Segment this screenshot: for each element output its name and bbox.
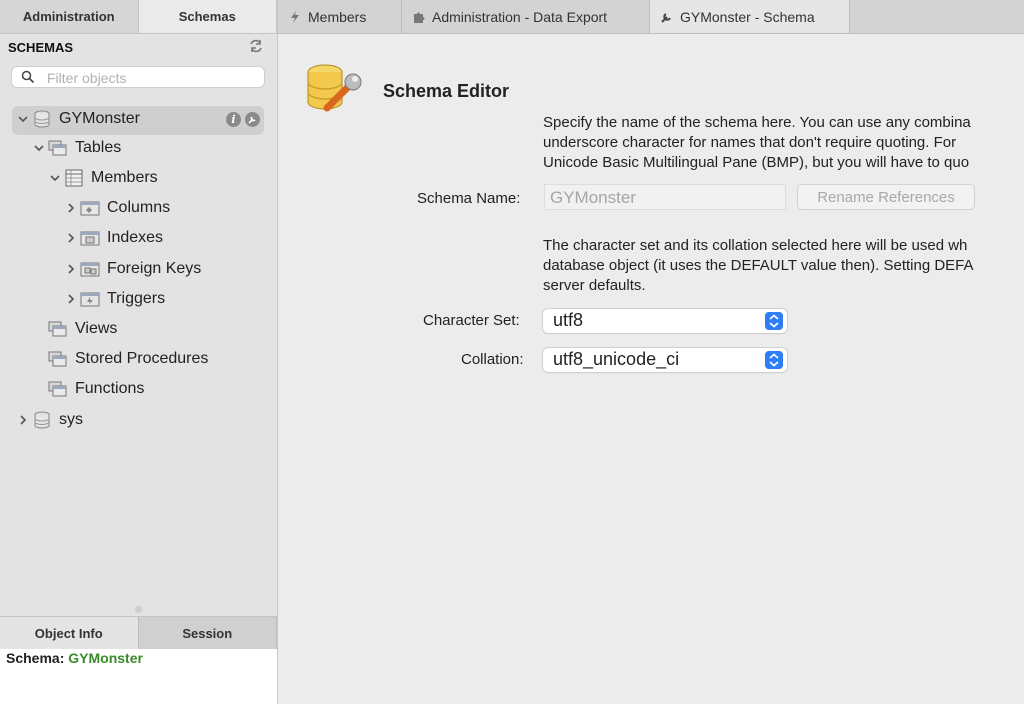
chevron-down-icon[interactable] [48, 171, 62, 185]
schema-name-field[interactable]: GYMonster [544, 184, 786, 210]
database-icon [34, 110, 50, 128]
collation-label: Collation: [461, 351, 524, 368]
tree-item-label: Foreign Keys [107, 260, 202, 277]
description-line: database object (it uses the DEFAULT val… [543, 257, 974, 274]
description-line: underscore character for names that don'… [543, 134, 957, 151]
tree-item-columns[interactable]: Columns [64, 195, 170, 221]
charset-select[interactable]: utf8 [543, 309, 787, 333]
object-info-panel: Schema: GYMonster [0, 649, 277, 704]
info-icon[interactable]: i [226, 112, 241, 127]
folder-icon [80, 292, 100, 307]
chevron-right-icon[interactable] [16, 413, 30, 427]
tab-members[interactable]: Members [278, 0, 402, 33]
bottom-tabs: Object Info Session [0, 616, 277, 650]
tree-item-label: Indexes [107, 229, 164, 246]
info-value: GYMonster [68, 650, 143, 666]
tree-item-functions[interactable]: Functions [48, 376, 144, 402]
tree-item-tables[interactable]: Tables [32, 135, 121, 161]
wrench-icon[interactable] [245, 112, 260, 127]
tab-gymonster-schema[interactable]: GYMonster - Schema [650, 0, 850, 33]
editor-title: Schema Editor [383, 81, 510, 101]
tree-item-sys[interactable]: sys [16, 407, 83, 433]
schema-editor-icon [307, 64, 362, 112]
schemas-title: SCHEMAS [8, 40, 74, 55]
tree-item-label: Members [91, 169, 158, 186]
chevron-right-icon[interactable] [64, 262, 78, 276]
tab-data-export[interactable]: Administration - Data Export [402, 0, 650, 33]
sidebar-tabs: Administration Schemas [0, 0, 277, 34]
tree-item-label: Views [75, 320, 118, 337]
tab-schemas[interactable]: Schemas [138, 0, 277, 33]
description-line: server defaults. [543, 277, 646, 294]
select-stepper-icon [765, 351, 783, 369]
schemas-header: SCHEMAS [8, 38, 266, 58]
tree-item-indexes[interactable]: Indexes [64, 225, 163, 251]
info-line: Schema: GYMonster [6, 650, 143, 666]
charset-description: The character set and its collation sele… [543, 236, 974, 296]
tab-session[interactable]: Session [139, 617, 277, 649]
schema-name-label: Schema Name: [417, 190, 521, 207]
chevron-right-icon[interactable] [64, 201, 78, 215]
description-line: The character set and its collation sele… [543, 237, 968, 254]
tab-object-info[interactable]: Object Info [0, 617, 139, 649]
folder-icon [80, 262, 100, 277]
tree-item-triggers[interactable]: Triggers [64, 286, 165, 312]
description-line: Specify the name of the schema here. You… [543, 114, 971, 131]
tree-item-label: GYMonster [59, 110, 140, 127]
tree-item-foreign-keys[interactable]: Foreign Keys [64, 256, 201, 282]
splitter-handle[interactable] [135, 606, 142, 613]
sidebar: Administration Schemas SCHEMAS i [0, 0, 278, 704]
tab-label: Members [308, 8, 367, 25]
folder-icon [80, 231, 100, 246]
tab-administration[interactable]: Administration [0, 0, 139, 33]
chevron-right-icon[interactable] [64, 231, 78, 245]
select-stepper-icon [765, 312, 783, 330]
folder-icon [48, 140, 67, 156]
tree-item-gymonster[interactable]: GYMonster [16, 106, 140, 132]
schema-name-description: Specify the name of the schema here. You… [543, 113, 971, 173]
description-line: Unicode Basic Multilingual Pane (BMP), b… [543, 154, 970, 171]
lightning-icon [291, 10, 299, 23]
collation-select[interactable]: utf8_unicode_ci [543, 348, 787, 372]
schema-editor-panel: Schema Editor Specify the name of the sc… [278, 34, 1024, 704]
tree-item-label: Triggers [107, 290, 166, 307]
table-icon [65, 169, 83, 187]
tree-item-label: Columns [107, 199, 171, 216]
collation-value: utf8_unicode_ci [553, 349, 680, 369]
tab-label: Administration - Data Export [432, 8, 608, 25]
info-label: Schema: [6, 650, 65, 666]
chevron-down-icon[interactable] [16, 112, 30, 126]
filter-input[interactable] [45, 68, 259, 88]
tree-item-label: sys [59, 411, 83, 428]
tree-item-label: Tables [75, 139, 122, 156]
puzzle-icon [414, 12, 425, 23]
tree-item-members[interactable]: Members [48, 165, 158, 191]
folder-icon [48, 381, 67, 397]
folder-icon [48, 351, 67, 367]
tree-item-stored-procedures[interactable]: Stored Procedures [48, 346, 208, 372]
charset-value: utf8 [553, 310, 584, 330]
search-icon [21, 70, 35, 84]
database-icon [34, 411, 50, 429]
chevron-right-icon[interactable] [64, 292, 78, 306]
rename-references-button[interactable]: Rename References [797, 184, 975, 210]
filter-box [11, 66, 265, 88]
tab-label: GYMonster - Schema [680, 8, 815, 25]
refresh-icon[interactable] [248, 38, 264, 54]
charset-label: Character Set: [423, 312, 520, 329]
tree-item-label: Stored Procedures [75, 350, 209, 367]
chevron-down-icon[interactable] [32, 141, 46, 155]
folder-icon [48, 321, 67, 337]
row-actions: i [226, 112, 260, 127]
folder-icon [80, 201, 100, 216]
tree-item-views[interactable]: Views [48, 316, 117, 342]
document-tabs: Members Administration - Data Export GYM… [278, 0, 1024, 34]
tree-item-label: Functions [75, 380, 145, 397]
wrench-icon [661, 12, 671, 23]
